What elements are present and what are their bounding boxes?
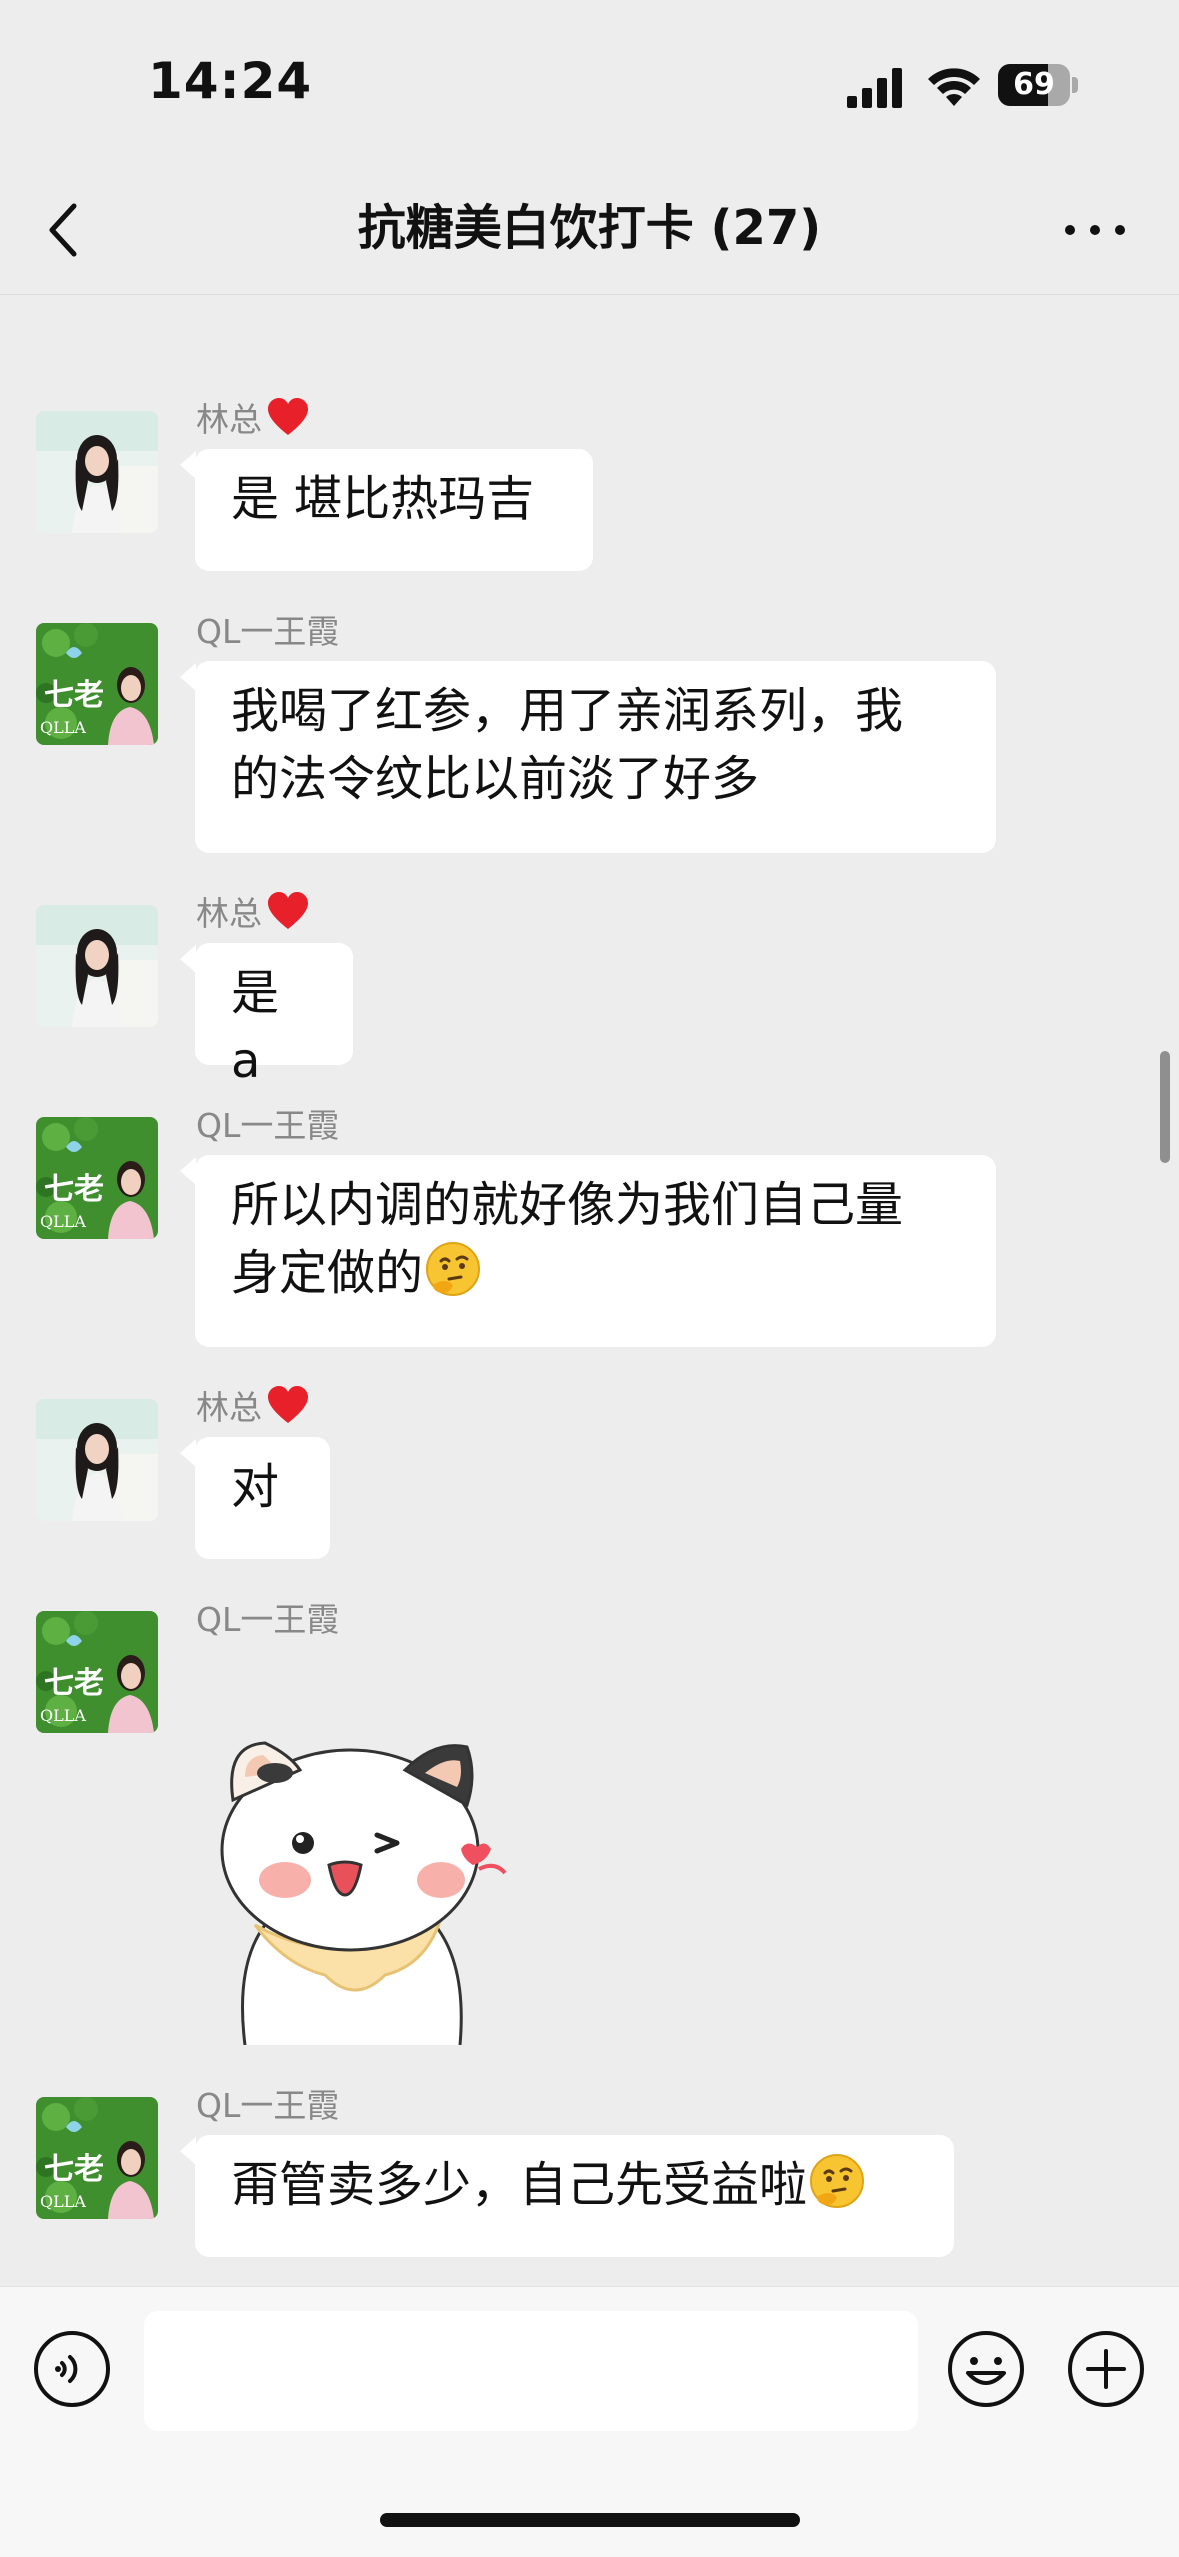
message-bubble[interactable]: 我喝了红参，用了亲润系列，我 的法令纹比以前淡了好多 [195, 661, 996, 853]
sender-label: QL一王霞 [196, 1106, 340, 1145]
message-bubble[interactable]: 是 堪比热玛吉 [195, 449, 593, 571]
red-heart-icon [268, 1386, 308, 1423]
thinking-face-emoji-icon [810, 2154, 865, 2208]
plus-icon[interactable] [1066, 2329, 1146, 2409]
svg-text:七老: 七老 [44, 2152, 104, 2187]
sender-name: QL一王霞 [196, 1593, 339, 1641]
message-text: 是 堪比热玛吉 [231, 471, 535, 527]
svg-text:QLLA: QLLA [40, 1212, 86, 1231]
cellular-signal-icon [847, 68, 902, 108]
svg-text:QLLA: QLLA [40, 2192, 86, 2211]
voice-input-icon[interactable] [32, 2329, 112, 2409]
avatar-lin[interactable] [36, 1399, 158, 1521]
svg-text:七老: 七老 [44, 1172, 104, 1207]
red-heart-icon [268, 892, 308, 929]
chat-scrollbar[interactable] [1160, 1051, 1170, 1163]
svg-text:QLLA: QLLA [40, 718, 86, 737]
message-text: 对 [231, 1459, 280, 1515]
wifi-icon [928, 68, 980, 106]
sender-name: QL一王霞 [196, 605, 339, 653]
svg-text:七老: 七老 [44, 1666, 104, 1701]
sender-label: 林总 [196, 400, 262, 439]
message-text: 是 a [231, 965, 280, 1089]
message-bubble[interactable]: 对 [195, 1437, 330, 1559]
svg-text:七老: 七老 [44, 678, 104, 713]
status-time: 14:24 [148, 52, 313, 110]
sender-label: QL一王霞 [196, 2086, 340, 2125]
sender-name: 林总 [196, 887, 310, 935]
emoji-icon[interactable] [946, 2329, 1026, 2409]
avatar-lin[interactable] [36, 411, 158, 533]
message-bubble[interactable]: 所以内调的就好像为我们自己量 身定做的 [195, 1155, 996, 1347]
message-bubble[interactable]: 是 a [195, 943, 353, 1089]
battery-percent: 69 [1013, 67, 1055, 102]
sender-label: QL一王霞 [196, 1600, 340, 1639]
message-input[interactable] [144, 2311, 918, 2431]
avatar-wang[interactable]: 七老 QLLA [36, 2097, 158, 2219]
avatar-wang[interactable]: 七老 QLLA [36, 1611, 158, 1733]
thinking-face-emoji-icon [426, 1242, 481, 1296]
avatar-wang[interactable]: 七老 QLLA [36, 1117, 158, 1239]
red-heart-icon [268, 398, 308, 435]
sender-name: QL一王霞 [196, 1099, 339, 1147]
message-bubble[interactable]: 甭管卖多少，自己先受益啦 [195, 2135, 954, 2257]
message-text-line: 身定做的 [231, 1245, 424, 1301]
avatar-wang[interactable]: 七老 QLLA [36, 623, 158, 745]
battery-icon: 69 [998, 64, 1078, 106]
status-bar: 14:24 69 [0, 0, 1179, 170]
chat-title: 抗糖美白饮打卡 (27) [357, 200, 822, 256]
message-text-line: 的法令纹比以前淡了好多 [231, 751, 760, 807]
message-input-bar [0, 2286, 1179, 2557]
winking-cat-sticker[interactable] [205, 1725, 515, 2045]
chat-message-list[interactable]: 林总 是 堪比热玛吉 七老 QLLA QL一王霞 我喝了红参，用了亲润系列，我 … [0, 295, 1179, 2285]
sender-label: QL一王霞 [196, 612, 340, 651]
back-icon[interactable] [44, 198, 84, 262]
sender-name: 林总 [196, 393, 310, 441]
message-text-line: 所以内调的就好像为我们自己量 [231, 1177, 904, 1233]
sender-label: 林总 [196, 894, 262, 933]
sender-name: QL一王霞 [196, 2079, 339, 2127]
svg-text:QLLA: QLLA [40, 1706, 86, 1725]
home-indicator [380, 2513, 800, 2527]
sender-label: 林总 [196, 1388, 262, 1427]
more-options-icon[interactable] [1060, 210, 1130, 250]
message-text: 甭管卖多少，自己先受益啦 [231, 2157, 808, 2213]
chat-header: 抗糖美白饮打卡 (27) [0, 170, 1179, 295]
avatar-lin[interactable] [36, 905, 158, 1027]
sender-name: 林总 [196, 1381, 310, 1429]
message-text-line: 我喝了红参，用了亲润系列，我 [231, 683, 904, 739]
